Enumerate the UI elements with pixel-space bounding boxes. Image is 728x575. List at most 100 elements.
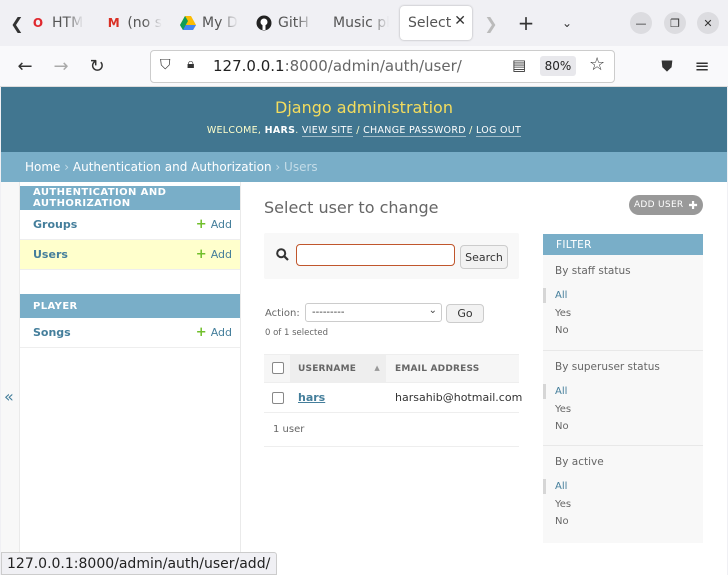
search-bar: Search <box>264 233 519 279</box>
action-label: Action: <box>265 308 300 319</box>
minimize-icon[interactable]: — <box>630 12 652 34</box>
restore-icon[interactable]: ❐ <box>664 12 686 34</box>
changelist-filter: FILTER By staff status All Yes No By sup… <box>543 234 703 543</box>
close-tab-icon[interactable]: ✕ <box>454 13 466 29</box>
add-group-link[interactable]: + Add <box>196 217 232 232</box>
row-checkbox[interactable] <box>272 392 284 404</box>
change-password-link[interactable]: CHANGE PASSWORD <box>363 125 466 137</box>
result-count: 1 user <box>273 424 305 435</box>
filter-option-no[interactable]: No <box>543 325 703 343</box>
select-all-checkbox[interactable] <box>272 362 284 374</box>
breadcrumb-home[interactable]: Home <box>25 160 60 174</box>
module-auth: AUTHENTICATION AND AUTHORIZATION Groups … <box>20 186 240 270</box>
search-icon <box>276 248 289 265</box>
plus-icon: + <box>195 325 207 340</box>
collapse-sidebar-icon[interactable]: « <box>4 387 14 406</box>
plus-icon: ✚ <box>688 198 699 212</box>
filter-option-all[interactable]: All <box>543 479 703 499</box>
tab-github[interactable]: GitH <box>256 6 314 40</box>
plus-icon: + <box>195 217 207 232</box>
chevron-down-icon: ⌄ <box>428 305 437 316</box>
back-arrow-icon[interactable]: ← <box>13 54 37 78</box>
forward-arrow-icon[interactable]: → <box>49 54 73 78</box>
browser-tab-bar: ❮ O HTM M (no s My D GitH Music pl Selec… <box>0 0 728 46</box>
table-header: USERNAME ▲ EMAIL ADDRESS <box>264 354 519 383</box>
module-caption[interactable]: PLAYER <box>20 294 240 318</box>
users-link[interactable]: Users <box>33 248 68 261</box>
browser-navigation-bar: ← → ↻ ⛉ 🔒︎ 127.0.0.1:8000/admin/auth/use… <box>0 46 728 87</box>
filter-option-all[interactable]: All <box>543 288 703 308</box>
tab-music[interactable]: Music pl <box>333 6 389 40</box>
column-email[interactable]: EMAIL ADDRESS <box>395 364 479 374</box>
link-status-bar: 127.0.0.1:8000/admin/auth/user/add/ <box>1 552 278 575</box>
breadcrumb-separator: › <box>64 160 70 174</box>
tab-html[interactable]: O HTM <box>30 6 84 40</box>
breadcrumb-separator: › <box>275 160 281 174</box>
site-name[interactable]: Django administration <box>1 98 727 117</box>
site-header: Django administration WELCOME, HARS. VIE… <box>1 87 727 152</box>
go-button[interactable]: Go <box>446 304 484 323</box>
page-content: « AUTHENTICATION AND AUTHORIZATION Group… <box>1 182 727 575</box>
separator: / <box>469 125 473 136</box>
bookmark-star-icon[interactable]: ☆ <box>589 54 605 75</box>
user-tools: WELCOME, HARS. VIEW SITE / CHANGE PASSWO… <box>206 125 522 137</box>
filter-superuser-status: By superuser status All Yes No <box>543 351 703 446</box>
add-user-sidebar-link[interactable]: + Add <box>196 247 232 262</box>
add-user-button[interactable]: ADD USER ✚ <box>629 195 703 215</box>
breadcrumb-app[interactable]: Authentication and Authorization <box>73 160 272 174</box>
groups-link[interactable]: Groups <box>33 218 77 231</box>
sidebar-item-groups: Groups + Add <box>20 210 240 240</box>
column-username[interactable]: USERNAME ▲ <box>290 355 386 382</box>
view-site-link[interactable]: VIEW SITE <box>301 125 353 137</box>
module-player: PLAYER Songs + Add <box>20 294 240 348</box>
songs-link[interactable]: Songs <box>33 326 71 339</box>
new-tab-icon[interactable]: + <box>515 11 537 35</box>
page-title: Select user to change <box>264 198 439 217</box>
sort-ascending-icon[interactable]: ▲ <box>374 364 380 372</box>
breadcrumb: Home › Authentication and Authorization … <box>1 152 727 182</box>
module-caption[interactable]: AUTHENTICATION AND AUTHORIZATION <box>20 186 240 210</box>
filter-heading: By active <box>555 456 604 468</box>
reload-icon[interactable]: ↻ <box>85 54 109 78</box>
action-select[interactable]: --------- ⌄ <box>305 303 442 322</box>
zoom-level[interactable]: 80% <box>540 56 576 76</box>
close-window-icon[interactable]: ✕ <box>697 12 719 34</box>
menu-hamburger-icon[interactable]: ≡ <box>690 54 714 78</box>
username: HARS <box>264 125 296 136</box>
address-bar[interactable]: ⛉ 🔒︎ 127.0.0.1:8000/admin/auth/user/ ▤ 8… <box>150 50 615 83</box>
add-song-link[interactable]: + Add <box>196 325 232 340</box>
filter-option-no[interactable]: No <box>543 516 703 534</box>
toggle-nav-sidebar[interactable]: « <box>1 182 20 575</box>
nav-sidebar: AUTHENTICATION AND AUTHORIZATION Groups … <box>20 182 241 575</box>
tab-list-dropdown-icon[interactable]: ⌄ <box>556 12 578 34</box>
tab-drive[interactable]: My D <box>180 6 238 40</box>
username-link[interactable]: hars <box>298 391 325 404</box>
drive-icon <box>180 15 196 31</box>
github-icon <box>256 15 272 31</box>
filter-option-all[interactable]: All <box>543 384 703 404</box>
paginator: 1 user <box>264 413 519 447</box>
filter-active: By active All Yes No <box>543 446 703 543</box>
separator: / <box>356 125 360 136</box>
filter-option-yes[interactable]: Yes <box>543 404 703 422</box>
tab-gmail[interactable]: M (no s <box>106 6 162 40</box>
tab-scroll-right-icon[interactable]: ❯ <box>480 12 502 34</box>
filter-option-yes[interactable]: Yes <box>543 499 703 517</box>
filter-title: FILTER <box>543 234 703 255</box>
tab-list-left-icon[interactable]: ❮ <box>6 12 28 34</box>
tab-select-user[interactable]: Select ✕ <box>400 6 472 40</box>
filter-option-no[interactable]: No <box>543 421 703 439</box>
search-input[interactable] <box>296 244 455 266</box>
filter-heading: By superuser status <box>555 361 660 373</box>
plus-icon: + <box>195 247 207 262</box>
breadcrumb-current: Users <box>284 160 318 174</box>
sidebar-item-songs: Songs + Add <box>20 318 240 348</box>
lock-icon[interactable]: 🔒︎ <box>187 56 194 72</box>
filter-option-yes[interactable]: Yes <box>543 308 703 326</box>
shield-icon[interactable]: ⛉ <box>160 57 171 73</box>
pocket-icon[interactable]: ⛊ <box>655 54 679 78</box>
reader-view-icon[interactable]: ▤ <box>512 56 526 74</box>
search-button[interactable]: Search <box>460 245 508 269</box>
log-out-link[interactable]: LOG OUT <box>476 125 522 137</box>
filter-heading: By staff status <box>555 265 631 277</box>
